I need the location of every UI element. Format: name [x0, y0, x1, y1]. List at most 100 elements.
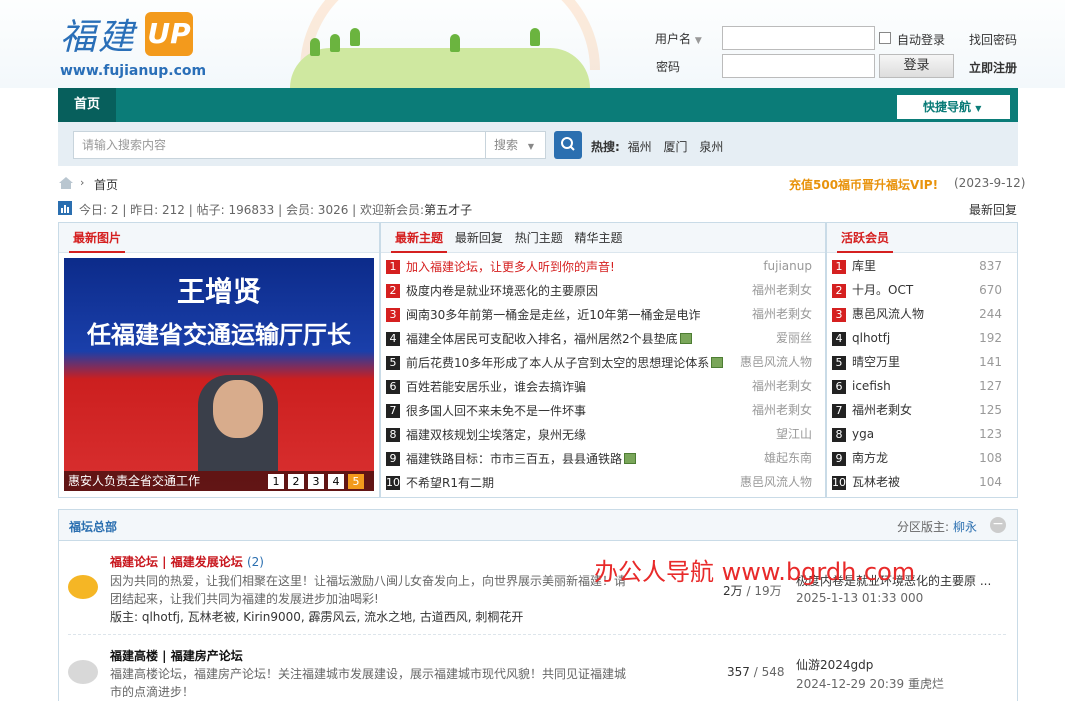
- topic-row[interactable]: 7 很多国人回不来未免不是一件坏事 福州老剩女: [386, 398, 812, 422]
- board-description: 福建高楼论坛，福建房产论坛！关注福建城市发展建设，展示福建城市现代风貌！共同见证…: [110, 667, 627, 681]
- site-logo-up-badge[interactable]: UP: [145, 12, 193, 56]
- tab-featured-topics[interactable]: 精华主题: [575, 231, 623, 245]
- photo-page-2[interactable]: 2: [288, 474, 304, 489]
- member-name[interactable]: 晴空万里: [852, 355, 900, 369]
- board-title[interactable]: 福建高楼 | 福建房产论坛: [110, 647, 243, 664]
- member-score: 192: [979, 331, 1002, 345]
- topic-row[interactable]: 9 福建铁路目标：市市三百五，县县通铁路 雄起东南: [386, 446, 812, 470]
- topic-title[interactable]: 闽南30多年前第一桶金是走丝，近10年第一桶金是电诈: [406, 303, 701, 327]
- register-link[interactable]: 立即注册: [969, 59, 1017, 76]
- member-row[interactable]: 7 福州老剩女 125: [832, 398, 1002, 422]
- member-row[interactable]: 3 惠邑风流人物 244: [832, 302, 1002, 326]
- forum-moderator-link[interactable]: 柳永: [953, 518, 977, 535]
- tree-icon: [350, 28, 360, 46]
- member-name[interactable]: 瓦林老被: [852, 475, 900, 489]
- search-input[interactable]: 请输入搜索内容: [73, 131, 486, 159]
- tab-latest-replies[interactable]: 最新回复: [455, 231, 503, 245]
- member-name[interactable]: icefish: [852, 379, 891, 393]
- search-button[interactable]: [554, 131, 582, 159]
- forum-moderator-label: 分区版主:: [897, 520, 950, 534]
- member-name[interactable]: yga: [852, 427, 874, 441]
- search-scope-select[interactable]: 搜索 ▼: [486, 131, 546, 159]
- board-moderators[interactable]: 版主: qlhotfj, 瓦林老被, Kirin9000, 霹雳风云, 流水之地…: [110, 608, 523, 625]
- photo-page-4[interactable]: 4: [328, 474, 344, 489]
- member-row[interactable]: 5 晴空万里 141: [832, 350, 1002, 374]
- topic-title[interactable]: 很多国人回不来未免不是一件坏事: [406, 399, 586, 423]
- topic-title[interactable]: 极度内卷是就业环境恶化的主要原因: [406, 279, 598, 303]
- topic-title[interactable]: 福建铁路目标：市市三百五，县县通铁路: [406, 447, 622, 471]
- tab-hot-topics[interactable]: 热门主题: [515, 231, 563, 245]
- topic-title[interactable]: 前后花费10多年形成了本人从子宫到太空的思想理论体系: [406, 351, 709, 375]
- topic-author[interactable]: 雄起东南: [764, 446, 812, 470]
- rank-badge: 9: [832, 451, 846, 466]
- member-row[interactable]: 4 qlhotfj 192: [832, 326, 1002, 350]
- member-name[interactable]: 南方龙: [852, 451, 888, 465]
- hot-term[interactable]: 福州: [628, 140, 652, 154]
- member-row[interactable]: 2 十月。OCT 670: [832, 278, 1002, 302]
- quick-nav-button[interactable]: 快捷导航 ▼: [897, 95, 1010, 119]
- member-name[interactable]: 库里: [852, 259, 876, 273]
- topic-title[interactable]: 福建双核规划尘埃落定，泉州无缘: [406, 423, 586, 447]
- member-name[interactable]: qlhotfj: [852, 331, 890, 345]
- topic-title[interactable]: 百姓若能安居乐业，谁会去搞诈骗: [406, 375, 586, 399]
- password-input[interactable]: [722, 54, 875, 78]
- home-icon[interactable]: [58, 176, 74, 190]
- find-password-link[interactable]: 找回密码: [969, 31, 1017, 48]
- member-row[interactable]: 8 yga 123: [832, 422, 1002, 446]
- username-label[interactable]: 用户名 ▼: [655, 30, 702, 47]
- latest-images-title[interactable]: 最新图片: [69, 223, 126, 253]
- tab-latest-topics[interactable]: 最新主题: [391, 223, 448, 253]
- site-logo-text[interactable]: 福建: [60, 8, 136, 60]
- hot-term[interactable]: 厦门: [663, 140, 687, 154]
- password-label: 密码: [656, 60, 681, 74]
- topic-author[interactable]: 福州老剩女: [752, 278, 812, 302]
- topic-row[interactable]: 3 闽南30多年前第一桶金是走丝，近10年第一桶金是电诈 福州老剩女: [386, 302, 812, 326]
- topic-row[interactable]: 5 前后花费10多年形成了本人从子宫到太空的思想理论体系 惠邑风流人物: [386, 350, 812, 374]
- latest-reply-link[interactable]: 最新回复: [969, 201, 1017, 218]
- member-row[interactable]: 6 icefish 127: [832, 374, 1002, 398]
- member-name[interactable]: 十月。OCT: [852, 283, 913, 297]
- topic-row[interactable]: 1 加入福建论坛，让更多人听到你的声音! fujianup: [386, 254, 812, 278]
- member-row[interactable]: 9 南方龙 108: [832, 446, 1002, 470]
- photo-page-3[interactable]: 3: [308, 474, 324, 489]
- auto-login-checkbox[interactable]: [879, 32, 891, 44]
- member-name[interactable]: 福州老剩女: [852, 403, 912, 417]
- member-name[interactable]: 惠邑风流人物: [852, 307, 924, 321]
- topic-title[interactable]: 福建全体居民可支配收入排名，福州居然2个县垫底: [406, 327, 678, 351]
- vip-promo-link[interactable]: 充值500福币晋升福坛VIP!: [789, 176, 938, 193]
- auto-login-label[interactable]: 自动登录: [897, 31, 945, 48]
- topic-author[interactable]: 福州老剩女: [752, 374, 812, 398]
- topic-row[interactable]: 6 百姓若能安居乐业，谁会去搞诈骗 福州老剩女: [386, 374, 812, 398]
- login-button[interactable]: 登录: [879, 54, 954, 78]
- topic-row[interactable]: 4 福建全体居民可支配收入排名，福州居然2个县垫底 爱丽丝: [386, 326, 812, 350]
- topic-author[interactable]: 惠邑风流人物: [740, 350, 812, 374]
- username-input[interactable]: [722, 26, 875, 50]
- photo-page-5-active[interactable]: 5: [348, 474, 364, 489]
- topic-row[interactable]: 8 福建双核规划尘埃落定，泉州无缘 望江山: [386, 422, 812, 446]
- photo-headline-2: 任福建省交通运输厅厅长: [87, 321, 351, 349]
- member-row[interactable]: 1 库里 837: [832, 254, 1002, 278]
- topic-author[interactable]: 望江山: [776, 422, 812, 446]
- topic-author[interactable]: 惠邑风流人物: [740, 470, 812, 494]
- hot-term[interactable]: 泉州: [699, 140, 723, 154]
- topic-row[interactable]: 2 极度内卷是就业环境恶化的主要原因 福州老剩女: [386, 278, 812, 302]
- topic-row[interactable]: 10 不希望R1有二期 惠邑风流人物: [386, 470, 812, 494]
- topic-author[interactable]: 福州老剩女: [752, 398, 812, 422]
- forum-section-title[interactable]: 福坛总部: [69, 518, 117, 535]
- collapse-icon[interactable]: −: [990, 517, 1006, 533]
- board-title[interactable]: 福建论坛 | 福建发展论坛 (2): [110, 553, 264, 570]
- active-members-title[interactable]: 活跃会员: [837, 223, 894, 253]
- topic-title[interactable]: 加入福建论坛，让更多人听到你的声音!: [406, 255, 615, 279]
- new-member-link[interactable]: 第五才子: [424, 203, 472, 217]
- board-last-post-time: 2024-12-29 20:39 重虎烂: [796, 677, 944, 691]
- nav-home-tab[interactable]: 首页: [58, 88, 116, 122]
- breadcrumb-home[interactable]: 首页: [94, 176, 118, 193]
- photo-page-1[interactable]: 1: [268, 474, 284, 489]
- board-last-post-title[interactable]: 仙游2024gdp: [796, 656, 873, 673]
- topic-title[interactable]: 不希望R1有二期: [406, 471, 494, 495]
- rank-badge: 9: [386, 451, 400, 466]
- topic-author[interactable]: fujianup: [763, 254, 812, 278]
- member-row[interactable]: 10 瓦林老被 104: [832, 470, 1002, 494]
- topic-author[interactable]: 福州老剩女: [752, 302, 812, 326]
- topic-author[interactable]: 爱丽丝: [776, 326, 812, 350]
